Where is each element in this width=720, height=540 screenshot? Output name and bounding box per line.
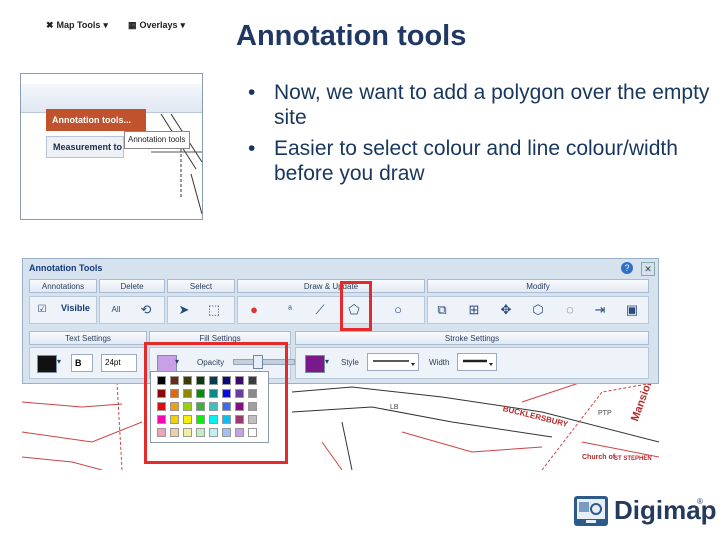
slide-title: Annotation tools bbox=[236, 20, 467, 52]
stroke-colour-swatch[interactable] bbox=[305, 355, 325, 373]
move-icon[interactable]: ✥ bbox=[495, 299, 517, 321]
visible-toggle[interactable]: Visible bbox=[61, 303, 90, 313]
bold-button[interactable]: B bbox=[71, 354, 93, 372]
text-tool-icon[interactable]: ᵃ bbox=[279, 299, 301, 321]
digimap-logo-icon bbox=[574, 495, 608, 526]
group-annotations: Annotations bbox=[29, 279, 97, 293]
export-icon[interactable]: ⇥ bbox=[589, 299, 611, 321]
fill-colour-highlight bbox=[144, 342, 288, 464]
polygon-tool-highlight bbox=[340, 281, 372, 331]
box-select-icon[interactable]: ⬚ bbox=[203, 299, 225, 321]
measurement-tools-menu-item[interactable]: Measurement to bbox=[46, 136, 124, 158]
line-style-icon bbox=[373, 360, 415, 366]
delete-all-button[interactable]: All bbox=[105, 299, 127, 321]
stroke-width-select[interactable] bbox=[457, 353, 497, 371]
marker-icon[interactable]: ● bbox=[243, 299, 265, 321]
pointer-icon[interactable]: ➤ bbox=[173, 299, 195, 321]
group-draw-update: Draw & Update bbox=[237, 279, 425, 293]
bullet-list: • Now, we want to add a polygon over the… bbox=[244, 80, 714, 192]
line-width-icon bbox=[463, 359, 493, 366]
style-label: Style bbox=[341, 358, 359, 367]
checkbox-icon[interactable]: ☑ bbox=[31, 299, 53, 321]
overlays-icon: ▦ bbox=[128, 19, 137, 30]
text-settings-header: Text Settings bbox=[29, 331, 147, 345]
map-label: PTP bbox=[598, 410, 612, 417]
save-icon[interactable]: ▣ bbox=[621, 299, 643, 321]
circle-tool-icon[interactable]: ○ bbox=[387, 299, 409, 321]
line-tool-icon[interactable]: ⟋ bbox=[309, 299, 331, 321]
bullet-item: • Now, we want to add a polygon over the… bbox=[244, 80, 714, 130]
chevron-down-icon: ▾ bbox=[103, 19, 108, 30]
overlays-button[interactable]: ▦ Overlays ▾ bbox=[128, 16, 185, 34]
width-label: Width bbox=[429, 358, 450, 367]
align-icon[interactable]: ⊞ bbox=[463, 299, 485, 321]
chevron-down-icon[interactable]: ▾ bbox=[57, 357, 61, 366]
stroke-settings-header: Stroke Settings bbox=[295, 331, 649, 345]
font-size-select[interactable]: 24pt bbox=[101, 354, 137, 372]
stroke-style-select[interactable] bbox=[367, 353, 419, 371]
annotation-tools-menu-item[interactable]: Annotation tools... bbox=[46, 109, 146, 131]
map-label: Church of bbox=[582, 454, 616, 461]
split-icon[interactable]: ⧉ bbox=[431, 299, 453, 321]
bullet-dot-icon: • bbox=[248, 137, 256, 160]
digimap-logo: Digimap bbox=[574, 495, 717, 526]
rotate-icon[interactable]: ◌ bbox=[559, 299, 581, 321]
chevron-down-icon: ▾ bbox=[180, 19, 186, 30]
help-icon[interactable]: ? bbox=[621, 262, 633, 274]
map-background: BUCKLERSBURY Mansion LB PTP Church of ST… bbox=[22, 377, 659, 470]
tooltip: Annotation tools bbox=[124, 131, 190, 149]
close-icon[interactable]: ✕ bbox=[641, 262, 655, 276]
reshape-icon[interactable]: ⬡ bbox=[527, 299, 549, 321]
bullet-text: Now, we want to add a polygon over the e… bbox=[274, 81, 710, 129]
registered-mark: ® bbox=[697, 497, 703, 506]
bullet-text: Easier to select colour and line colour/… bbox=[274, 137, 678, 185]
bullet-item: • Easier to select colour and line colou… bbox=[244, 136, 714, 186]
chevron-down-icon[interactable]: ▾ bbox=[325, 357, 329, 366]
delete-selected-icon[interactable]: ⟲ bbox=[135, 299, 157, 321]
map-label: LB bbox=[390, 404, 399, 411]
map-screen-icon bbox=[577, 498, 605, 523]
bullet-dot-icon: • bbox=[248, 81, 256, 104]
map-tools-button[interactable]: ✖ Map Tools ▾ bbox=[46, 16, 108, 34]
group-modify: Modify bbox=[427, 279, 649, 293]
group-select: Select bbox=[167, 279, 235, 293]
group-delete: Delete bbox=[99, 279, 165, 293]
tools-icon: ✖ bbox=[46, 19, 54, 30]
panel-title: Annotation Tools bbox=[29, 263, 103, 273]
map-label: ST STEPHEN bbox=[614, 456, 652, 462]
text-colour-swatch[interactable] bbox=[37, 355, 57, 373]
